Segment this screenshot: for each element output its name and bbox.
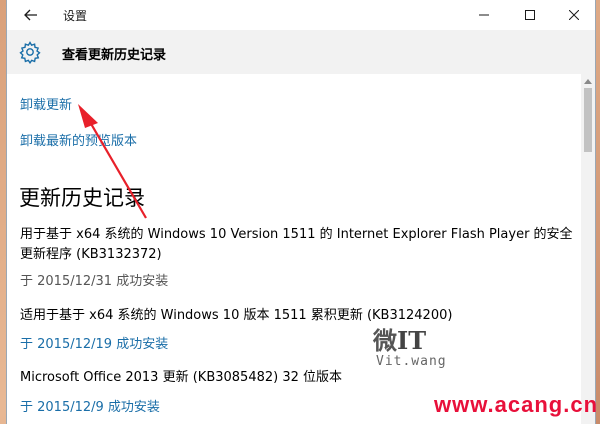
vertical-scrollbar[interactable]	[581, 74, 595, 424]
watermark-logo: 微IT	[373, 326, 427, 355]
scroll-up-button[interactable]	[581, 74, 595, 88]
maximize-button[interactable]	[507, 0, 553, 30]
update-status-link[interactable]: 于 2015/12/9 成功安装	[20, 396, 160, 415]
uninstall-latest-preview-link[interactable]: 卸载最新的预览版本	[20, 130, 137, 149]
chevron-up-icon	[584, 79, 592, 84]
page-title: 查看更新历史记录	[62, 48, 167, 63]
page-header: 查看更新历史记录	[7, 30, 595, 74]
settings-window: 设置 查看更新历史记录 卸载更新 卸载最新的预览版本 更新历史记录 用于基于 x…	[6, 0, 596, 424]
update-status: 于 2015/12/31 成功安装	[20, 274, 169, 289]
update-name: 用于基于 x64 系统的 Windows 10 Version 1511 的 I…	[20, 227, 573, 262]
back-arrow-icon	[24, 9, 37, 21]
uninstall-updates-link[interactable]: 卸载更新	[20, 94, 72, 113]
update-name: Microsoft Office 2013 更新 (KB3085482) 32 …	[20, 370, 343, 385]
minimize-button[interactable]	[461, 0, 507, 30]
section-title: 更新历史记录	[19, 186, 145, 210]
update-name: 适用于基于 x64 系统的 Windows 10 版本 1511 累积更新 (K…	[20, 308, 453, 323]
title-bar: 设置	[7, 0, 595, 30]
back-button[interactable]	[17, 4, 45, 26]
scroll-thumb[interactable]	[584, 88, 592, 152]
update-history-content: 卸载更新 卸载最新的预览版本 更新历史记录 用于基于 x64 系统的 Windo…	[7, 74, 581, 424]
app-title: 设置	[63, 9, 88, 23]
update-status-link[interactable]: 于 2015/12/19 成功安装	[20, 333, 168, 352]
gear-icon	[19, 41, 41, 64]
watermark-site: Vit.wang	[376, 354, 447, 369]
minimize-icon	[479, 14, 489, 16]
close-icon	[569, 10, 579, 20]
watermark-url: www.acang.cn	[434, 392, 599, 417]
close-button[interactable]	[551, 0, 597, 30]
maximize-icon	[525, 10, 535, 20]
